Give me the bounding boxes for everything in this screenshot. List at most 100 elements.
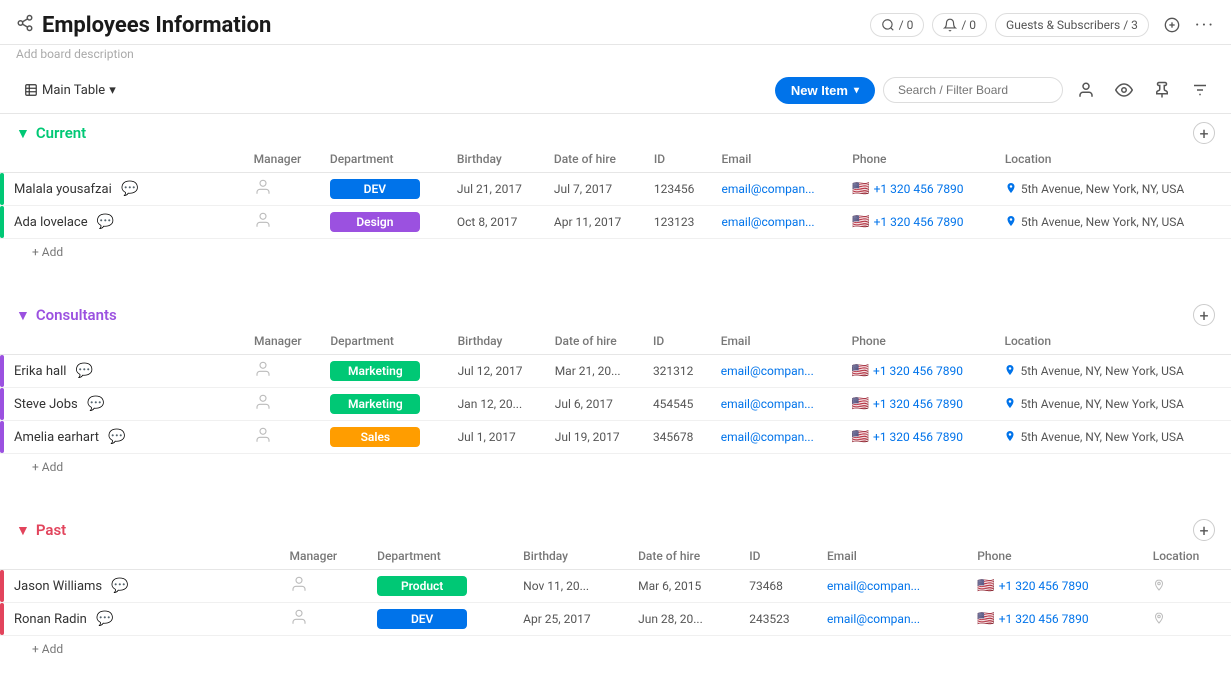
group-consultants-add-button[interactable]: + Add [28,458,67,476]
row-location-text: 5th Avenue, NY, New York, USA [1020,397,1183,411]
filter-icon[interactable] [1185,75,1215,105]
person-icon[interactable] [1071,75,1101,105]
phone-col-header-c: Phone [844,328,997,355]
row-email-cell[interactable]: email@compan... [713,355,844,388]
row-email-cell[interactable]: email@compan... [819,570,969,603]
new-item-button[interactable]: New Item ▾ [775,77,875,104]
share-icon[interactable] [16,14,34,36]
comment-icon[interactable]: 💬 [81,394,110,414]
comment-icon[interactable]: 💬 [91,212,120,232]
divider-1 [0,280,1231,296]
toolbar: Main Table ▾ New Item ▾ [0,67,1231,114]
search-input[interactable] [883,77,1063,103]
dept-badge[interactable]: Sales [330,427,420,447]
row-dept-cell[interactable]: Design [322,206,449,239]
header-right: / 0 / 0 Guests & Subscribers / 3 ··· [870,10,1215,40]
row-phone-cell: 🇺🇸 +1 320 456 7890 [844,355,997,388]
manager-person-icon[interactable] [290,578,308,597]
row-email-cell[interactable]: email@compan... [713,421,844,454]
row-manager-cell [282,603,370,636]
row-name-cell: Malala yousafzai 💬 [6,173,246,206]
notify-label: / 0 [961,18,976,32]
phone-col-header-p: Phone [969,543,1144,570]
group-past-add-col-button[interactable]: + [1193,519,1215,541]
pin-icon[interactable] [1147,75,1177,105]
row-id-cell: 73468 [741,570,819,603]
row-dept-cell[interactable]: Marketing [322,388,449,421]
group-consultants-add-col-button[interactable]: + [1193,304,1215,326]
row-phone-number[interactable]: +1 320 456 7890 [873,430,963,444]
group-past-name[interactable]: Past [36,521,66,539]
dept-badge[interactable]: Marketing [330,394,420,414]
row-birthday-cell: Nov 11, 20... [515,570,630,603]
id-col-header-p: ID [741,543,819,570]
group-consultants-name[interactable]: Consultants [36,306,117,324]
new-item-label: New Item [791,83,848,98]
row-manager-cell [246,355,322,388]
comment-icon[interactable]: 💬 [70,361,99,381]
row-dept-cell[interactable]: Product [369,570,515,603]
hire-date-col-header-p: Date of hire [630,543,741,570]
comment-icon[interactable]: 💬 [105,576,134,596]
row-name: Erika hall [14,364,66,379]
dept-badge[interactable]: Marketing [330,361,420,381]
manager-person-icon[interactable] [254,214,272,233]
row-phone-number[interactable]: +1 320 456 7890 [999,612,1089,626]
flag-icon: 🇺🇸 [977,578,994,594]
row-location-cell: 5th Avenue, NY, New York, USA [996,388,1231,421]
manager-col-header: Manager [246,146,322,173]
row-dept-cell[interactable]: DEV [369,603,515,636]
manager-person-icon[interactable] [254,429,272,448]
row-manager-cell [246,206,322,239]
manager-person-icon[interactable] [254,363,272,382]
watchers-pill[interactable]: / 0 [870,13,925,37]
group-current-table: Manager Department Birthday Date of hire… [0,146,1231,239]
more-button[interactable]: ··· [1195,15,1215,36]
row-email-cell[interactable]: email@compan... [714,206,845,239]
manager-person-icon[interactable] [290,611,308,630]
group-current-table-wrapper: Manager Department Birthday Date of hire… [0,146,1231,239]
table-row: Malala yousafzai 💬 DEV Jul 21, 2017 Jul … [0,173,1231,206]
table-view-button[interactable]: Main Table ▾ [16,79,124,102]
group-past-add-button[interactable]: + Add [28,640,67,658]
group-current: ▼ Current + Manager Department Birthday … [0,114,1231,272]
dept-badge[interactable]: DEV [377,609,467,629]
dept-badge[interactable]: DEV [330,179,420,199]
eye-icon[interactable] [1109,75,1139,105]
name-col-header-c [6,328,246,355]
row-location-text: 5th Avenue, NY, New York, USA [1020,430,1183,444]
row-dept-cell[interactable]: Marketing [322,355,449,388]
top-header: Employees Information / 0 / 0 Guests & S… [0,0,1231,45]
row-birthday-cell: Apr 25, 2017 [515,603,630,636]
group-consultants-toggle[interactable]: ▼ [16,307,30,324]
group-current-toggle[interactable]: ▼ [16,125,30,142]
row-phone-number[interactable]: +1 320 456 7890 [874,215,964,229]
table-row: Jason Williams 💬 Product Nov 11, 20... M… [0,570,1231,603]
notify-pill[interactable]: / 0 [932,13,987,37]
row-phone-number[interactable]: +1 320 456 7890 [873,397,963,411]
row-manager-cell [246,388,322,421]
invite-icon[interactable] [1157,10,1187,40]
row-email-cell[interactable]: email@compan... [714,173,845,206]
row-phone-number[interactable]: +1 320 456 7890 [873,364,963,378]
group-current-add-button[interactable]: + Add [28,243,67,261]
comment-icon[interactable]: 💬 [90,609,119,629]
manager-person-icon[interactable] [254,396,272,415]
manager-person-icon[interactable] [254,181,272,200]
row-dept-cell[interactable]: Sales [322,421,449,454]
group-current-add-col-button[interactable]: + [1193,122,1215,144]
row-email-cell[interactable]: email@compan... [819,603,969,636]
row-email-cell[interactable]: email@compan... [713,388,844,421]
page-title: Employees Information [42,13,271,38]
group-past-toggle[interactable]: ▼ [16,522,30,539]
comment-icon[interactable]: 💬 [115,179,144,199]
comment-icon[interactable]: 💬 [102,427,131,447]
dept-badge[interactable]: Product [377,576,467,596]
dept-badge[interactable]: Design [330,212,420,232]
flag-icon: 🇺🇸 [852,396,869,412]
row-phone-number[interactable]: +1 320 456 7890 [999,579,1089,593]
group-current-name[interactable]: Current [36,124,86,142]
guests-pill[interactable]: Guests & Subscribers / 3 [995,13,1149,37]
row-dept-cell[interactable]: DEV [322,173,449,206]
row-phone-number[interactable]: +1 320 456 7890 [874,182,964,196]
